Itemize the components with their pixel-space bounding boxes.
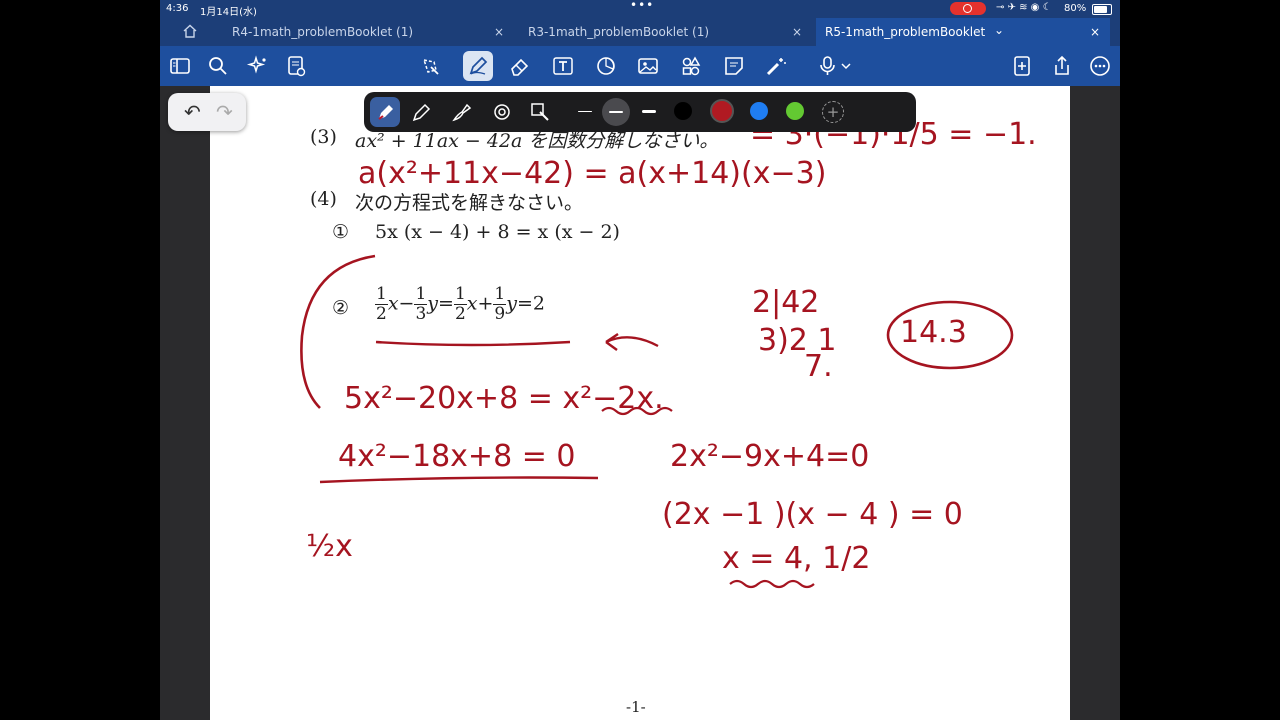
status-bar: 4:36 1月14日(水) ••• ⊸ ✈ ≋ ◉ ☾ 80% bbox=[160, 0, 1120, 18]
ipad-screen: 4:36 1月14日(水) ••• ⊸ ✈ ≋ ◉ ☾ 80% R4-1math… bbox=[160, 0, 1120, 720]
tab-r4-booklet[interactable]: R4-1math_problemBooklet (1) × bbox=[224, 18, 514, 46]
ball-pen-icon[interactable] bbox=[410, 100, 434, 124]
handwriting-division-top: 2|42 bbox=[752, 285, 819, 320]
sidebar-icon[interactable] bbox=[168, 54, 192, 78]
add-page-icon[interactable] bbox=[1010, 54, 1034, 78]
document-export-icon[interactable] bbox=[284, 54, 308, 78]
close-tab-icon[interactable]: × bbox=[1090, 18, 1100, 46]
redo-icon[interactable]: ↷ bbox=[216, 100, 233, 124]
home-icon[interactable] bbox=[182, 23, 198, 39]
brush-pen-icon[interactable] bbox=[450, 100, 474, 124]
handwriting-factor-line: a(x²+11x−42) = a(x+14)(x−3) bbox=[358, 156, 826, 191]
close-tab-icon[interactable]: × bbox=[494, 18, 504, 46]
tap-select-icon[interactable] bbox=[528, 100, 552, 124]
thickness-thick-option[interactable] bbox=[642, 110, 656, 113]
handwriting-simplified: 4x²−18x+8 = 0 bbox=[338, 439, 575, 474]
tab-label: R3-1math_problemBooklet (1) bbox=[528, 25, 710, 39]
handwriting-underline bbox=[319, 476, 599, 484]
handwriting-circled-number: 14.3 bbox=[900, 315, 967, 350]
lasso-icon[interactable] bbox=[418, 54, 442, 78]
screen-recording-icon[interactable] bbox=[950, 2, 986, 15]
more-icon[interactable] bbox=[1088, 54, 1112, 78]
chevron-down-icon[interactable]: ⌄ bbox=[994, 16, 1004, 44]
shapes-icon[interactable] bbox=[594, 54, 618, 78]
multitasking-dots-icon[interactable]: ••• bbox=[630, 0, 654, 12]
handwriting-squiggle bbox=[729, 579, 815, 589]
undo-icon[interactable]: ↶ bbox=[184, 100, 201, 124]
handwriting-underline bbox=[375, 340, 571, 347]
laser-pointer-icon[interactable] bbox=[764, 54, 788, 78]
pdf-page[interactable]: (3) ax² + 11ax − 42a を因数分解しなさい。 (4) 次の方程… bbox=[210, 86, 1070, 720]
handwriting-halved: 2x²−9x+4=0 bbox=[670, 439, 869, 474]
tab-bar: R4-1math_problemBooklet (1) × R3-1math_p… bbox=[160, 18, 1120, 46]
pen-palette: + bbox=[364, 92, 916, 132]
microphone-icon[interactable] bbox=[816, 54, 840, 78]
battery-percent: 80% bbox=[1064, 3, 1087, 14]
color-swatch-blue[interactable] bbox=[750, 102, 768, 120]
add-color-icon[interactable]: + bbox=[822, 101, 844, 123]
tab-label: R5-1math_problemBooklet bbox=[825, 25, 986, 39]
main-toolbar bbox=[160, 46, 1120, 86]
tab-label: R4-1math_problemBooklet (1) bbox=[232, 25, 414, 39]
chevron-down-icon[interactable] bbox=[840, 54, 852, 78]
handwriting-solution: x = 4, 1/2 bbox=[722, 541, 870, 576]
close-tab-icon[interactable]: × bbox=[792, 18, 802, 46]
pen-icon[interactable] bbox=[463, 51, 493, 81]
status-date: 1月14日(水) bbox=[200, 7, 257, 18]
color-swatch-red-selected[interactable] bbox=[710, 99, 734, 123]
handwriting-factored: (2x −1 )(x − 4 ) = 0 bbox=[662, 497, 963, 532]
tab-r5-booklet-active[interactable]: R5-1math_problemBooklet ⌄ × bbox=[816, 18, 1110, 46]
system-status-icons: ⊸ ✈ ≋ ◉ ☾ bbox=[996, 2, 1052, 13]
text-box-icon[interactable] bbox=[551, 54, 575, 78]
handwriting-division-bottom: 7. bbox=[804, 349, 833, 384]
search-icon[interactable] bbox=[206, 54, 230, 78]
handwriting-arrow bbox=[605, 333, 659, 351]
handwriting-layer: = 3·(−1)·1/5 = −1. a(x²+11x−42) = a(x+14… bbox=[300, 117, 1037, 589]
sticky-note-icon[interactable] bbox=[722, 54, 746, 78]
fountain-pen-icon[interactable] bbox=[370, 97, 400, 127]
image-icon[interactable] bbox=[636, 54, 660, 78]
color-swatch-black[interactable] bbox=[674, 102, 692, 120]
eraser-icon[interactable] bbox=[508, 54, 532, 78]
battery-icon bbox=[1092, 4, 1112, 15]
color-swatch-green[interactable] bbox=[786, 102, 804, 120]
share-icon[interactable] bbox=[1050, 54, 1074, 78]
shape-recognition-icon[interactable] bbox=[490, 100, 514, 124]
thickness-medium-option[interactable] bbox=[602, 98, 630, 126]
handwriting-note: ½x bbox=[306, 529, 353, 564]
thickness-thin-option[interactable] bbox=[578, 111, 592, 112]
tab-r3-booklet[interactable]: R3-1math_problemBooklet (1) × bbox=[520, 18, 810, 46]
ai-sparkle-icon[interactable] bbox=[246, 54, 270, 78]
undo-redo-panel: ↶ ↷ bbox=[168, 93, 246, 131]
status-time: 4:36 bbox=[166, 3, 189, 14]
elements-icon[interactable] bbox=[679, 54, 703, 78]
